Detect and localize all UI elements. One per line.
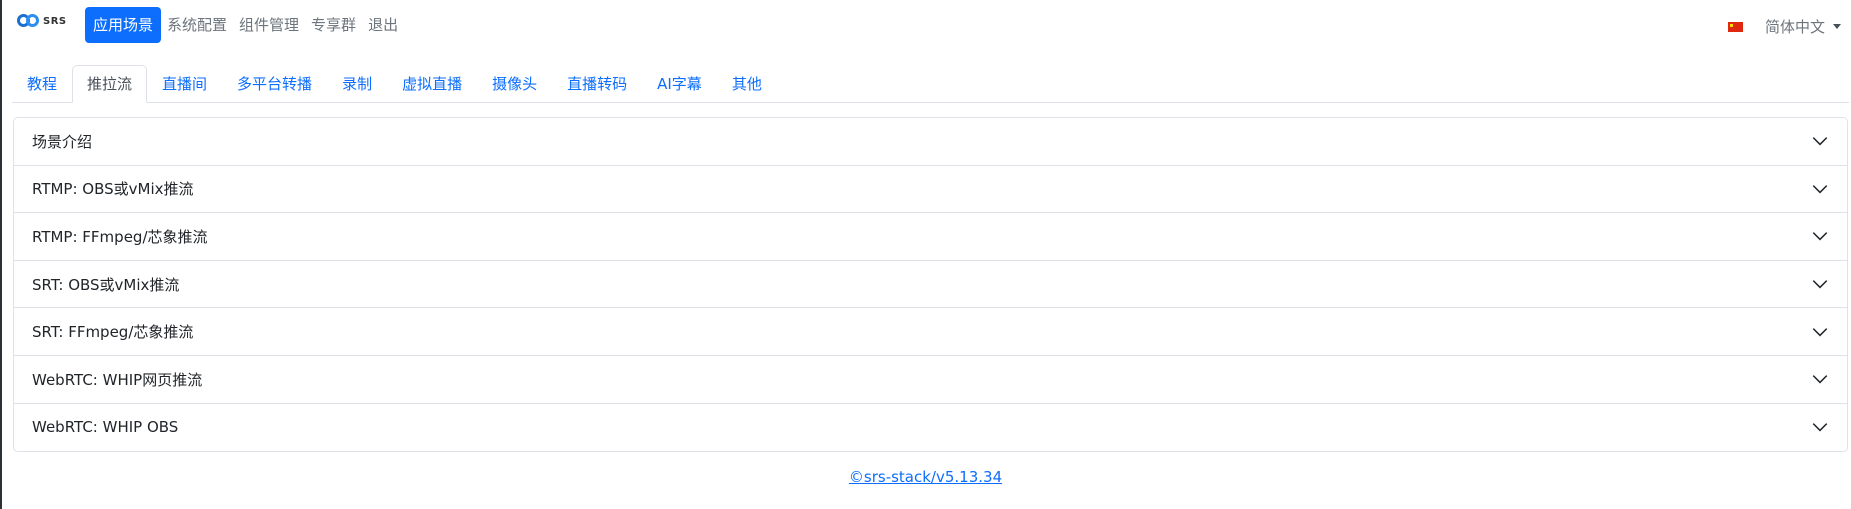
tab-ai-subtitle[interactable]: AI字幕: [642, 65, 717, 102]
accordion-title: RTMP: FFmpeg/芯象推流: [32, 227, 208, 246]
tab-record[interactable]: 录制: [327, 65, 387, 102]
accordion-title: SRT: FFmpeg/芯象推流: [32, 323, 194, 342]
window-edge: [0, 0, 2, 509]
scenario-tabs: 教程 推拉流 直播间 多平台转播 录制 虚拟直播 摄像头 直播转码 AI字幕 其…: [12, 65, 1849, 103]
chevron-down-icon: [1812, 184, 1828, 194]
accordion-item-rtmp-obs[interactable]: RTMP: OBS或vMix推流: [14, 165, 1847, 214]
nav-item-logout[interactable]: 退出: [362, 7, 404, 43]
accordion-item-srt-obs[interactable]: SRT: OBS或vMix推流: [14, 260, 1847, 309]
srs-logo[interactable]: SRS: [17, 14, 67, 28]
accordion-title: WebRTC: WHIP网页推流: [32, 370, 203, 389]
nav-item-system-config[interactable]: 系统配置: [161, 7, 233, 43]
accordion-item-webrtc-whip-obs[interactable]: WebRTC: WHIP OBS: [14, 403, 1847, 452]
chevron-down-icon: [1812, 232, 1828, 241]
tab-virtual-live[interactable]: 虚拟直播: [387, 65, 477, 102]
tab-tutorial[interactable]: 教程: [12, 65, 72, 102]
accordion-title: WebRTC: WHIP OBS: [32, 418, 179, 437]
tab-live-room[interactable]: 直播间: [147, 65, 222, 102]
top-navbar: SRS 应用场景 系统配置 组件管理 专享群 退出 简体中文: [2, 0, 1851, 50]
main-nav: 应用场景 系统配置 组件管理 专享群 退出: [85, 7, 404, 43]
language-label: 简体中文: [1764, 18, 1825, 36]
infinity-logo-icon: [17, 14, 39, 28]
accordion-title: SRT: OBS或vMix推流: [32, 275, 180, 294]
chevron-down-icon: [1812, 280, 1828, 289]
accordion-item-webrtc-whip-web[interactable]: WebRTC: WHIP网页推流: [14, 355, 1847, 404]
language-dropdown[interactable]: 简体中文: [1727, 16, 1841, 37]
accordion-title: RTMP: OBS或vMix推流: [32, 180, 194, 199]
tab-other[interactable]: 其他: [717, 65, 777, 102]
chevron-down-icon: [1812, 327, 1828, 337]
accordion-item-intro[interactable]: 场景介绍: [14, 118, 1847, 166]
tab-push-pull[interactable]: 推拉流: [72, 65, 148, 103]
accordion-item-rtmp-ffmpeg[interactable]: RTMP: FFmpeg/芯象推流: [14, 213, 1847, 261]
accordion-item-srt-ffmpeg[interactable]: SRT: FFmpeg/芯象推流: [14, 308, 1847, 356]
caret-down-icon: [1833, 24, 1841, 29]
chevron-down-icon: [1812, 375, 1828, 384]
china-flag-icon: [1727, 21, 1743, 32]
tab-multi-platform[interactable]: 多平台转播: [222, 65, 327, 102]
scenario-accordion: 场景介绍 RTMP: OBS或vMix推流 RTMP: FFmpeg/芯象推流 …: [13, 117, 1848, 453]
version-link[interactable]: ©srs-stack/v5.13.34: [849, 468, 1002, 486]
footer: ©srs-stack/v5.13.34: [0, 467, 1851, 486]
chevron-down-icon: [1812, 137, 1828, 146]
tab-transcode[interactable]: 直播转码: [552, 65, 642, 102]
nav-item-scenarios[interactable]: 应用场景: [85, 7, 162, 43]
chevron-down-icon: [1812, 423, 1828, 432]
nav-item-exclusive-group[interactable]: 专享群: [305, 7, 362, 43]
nav-item-components[interactable]: 组件管理: [233, 7, 305, 43]
tab-camera[interactable]: 摄像头: [477, 65, 552, 102]
logo-text: SRS: [43, 15, 67, 27]
accordion-title: 场景介绍: [32, 132, 93, 151]
